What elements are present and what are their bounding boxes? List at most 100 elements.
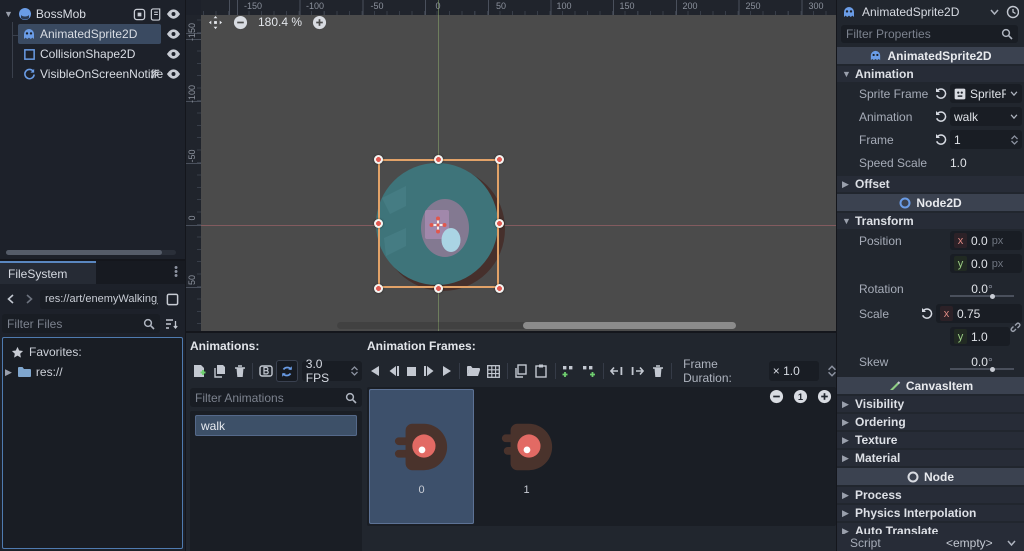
split-mode-icon[interactable] [161, 289, 183, 309]
scene-instance-icon[interactable] [133, 8, 146, 21]
frame-duration-spinbox[interactable]: × 1.0 [768, 361, 819, 381]
insert-after-icon[interactable] [579, 361, 600, 381]
section-offset[interactable]: ▶ Offset [837, 176, 1024, 192]
visibility-eye-icon[interactable] [166, 68, 181, 80]
revert-icon[interactable] [935, 88, 947, 99]
filter-animations-field[interactable] [190, 388, 362, 407]
frames-zoom-reset-icon[interactable]: 1 [793, 389, 808, 404]
viewport-2d[interactable]: -150 -100 -50 0 50 100 150 200 250 300 -… [186, 0, 836, 331]
resize-handle[interactable] [495, 155, 504, 164]
play-icon[interactable] [438, 361, 456, 381]
visibility-eye-icon[interactable] [166, 48, 181, 60]
filter-properties-input[interactable] [846, 27, 1001, 41]
frame-1[interactable]: 1 [474, 389, 579, 524]
filesystem-favorites[interactable]: Favorites: [3, 342, 182, 362]
spin-arrows-icon[interactable] [351, 366, 358, 376]
tree-row-bossmob[interactable]: ▼ BossMob [0, 4, 185, 24]
sprite-frames-resource[interactable]: SpriteFra [950, 84, 1022, 103]
filesystem-tab[interactable]: FileSystem [0, 261, 96, 284]
chevron-down-icon[interactable] [1010, 114, 1018, 119]
autoplay-on-load-icon[interactable] [256, 361, 276, 381]
filter-files-input[interactable] [7, 316, 143, 331]
resize-handle[interactable] [495, 284, 504, 293]
section-visibility[interactable]: ▶ Visibility [837, 396, 1024, 412]
tree-row-visibleonscreennotifier[interactable]: VisibleOnScreenNotifie [0, 64, 185, 84]
section-ordering[interactable]: ▶ Ordering [837, 414, 1024, 430]
frame-0[interactable]: 0 [369, 389, 474, 524]
filesystem-root[interactable]: ▶ res:// [3, 362, 182, 382]
frames-zoom-out-icon[interactable] [769, 389, 784, 404]
delete-animation-icon[interactable] [230, 361, 250, 381]
move-frame-right-icon[interactable] [627, 361, 648, 381]
position-x-field[interactable]: x 0.0 px [950, 231, 1022, 250]
script-value[interactable]: <empty> [946, 536, 1007, 550]
section-animation[interactable]: ▼ Animation [837, 66, 1024, 82]
spin-arrows-icon[interactable] [1011, 134, 1018, 145]
sort-files-icon[interactable] [160, 314, 182, 334]
loop-toggle-icon[interactable] [276, 360, 298, 382]
rotation-slider[interactable]: 0.0° [950, 279, 1014, 299]
section-transform[interactable]: ▼ Transform [837, 213, 1024, 229]
nav-forward-icon[interactable] [21, 289, 37, 309]
collapse-arrow-icon[interactable]: ▼ [4, 9, 13, 19]
frame-spinbox[interactable]: 1 [950, 130, 1022, 149]
new-animation-icon[interactable] [190, 361, 210, 381]
history-icon[interactable] [1005, 5, 1019, 19]
filter-files-field[interactable] [2, 314, 160, 333]
inspector-node-selector[interactable]: AnimatedSprite2D [837, 0, 1024, 23]
visibility-eye-icon[interactable] [166, 8, 181, 20]
resize-handle[interactable] [374, 155, 383, 164]
position-y-field[interactable]: y 0.0 px [950, 254, 1022, 273]
resize-handle[interactable] [374, 219, 383, 228]
play-backwards-icon[interactable] [367, 361, 385, 381]
delete-frame-icon[interactable] [648, 361, 669, 381]
script-icon[interactable] [150, 7, 162, 21]
play-start-icon[interactable] [385, 361, 403, 381]
animation-dropdown[interactable]: walk [950, 107, 1022, 126]
section-material[interactable]: ▶ Material [837, 450, 1024, 466]
speed-scale-value[interactable]: 1.0 [950, 156, 967, 170]
nav-back-icon[interactable] [2, 289, 18, 309]
spin-arrows-icon[interactable] [827, 365, 836, 377]
filter-properties-field[interactable] [841, 25, 1018, 43]
section-texture[interactable]: ▶ Texture [837, 432, 1024, 448]
resize-handle[interactable] [434, 284, 443, 293]
skew-slider[interactable]: 0.0° [950, 352, 1014, 372]
visibility-eye-icon[interactable] [166, 28, 181, 40]
paste-frame-icon[interactable] [531, 361, 552, 381]
scene-tree-hscrollbar[interactable] [6, 250, 176, 255]
filesystem-path[interactable]: res://art/enemyWalking_1. [40, 289, 158, 309]
play-end-icon[interactable] [420, 361, 438, 381]
add-frames-from-file-icon[interactable] [463, 361, 484, 381]
viewport-hscrollbar[interactable] [337, 322, 736, 329]
resize-handle[interactable] [434, 155, 443, 164]
tree-row-animatedsprite2d[interactable]: AnimatedSprite2D [0, 24, 185, 44]
chevron-down-icon[interactable] [1007, 540, 1016, 546]
section-process[interactable]: ▶ Process [837, 487, 1024, 503]
revert-icon[interactable] [935, 111, 947, 122]
resize-handle[interactable] [374, 284, 383, 293]
section-physics-interpolation[interactable]: ▶ Physics Interpolation [837, 505, 1024, 521]
zoom-out-icon[interactable] [233, 15, 248, 30]
filter-animations-input[interactable] [195, 390, 345, 405]
zoom-in-icon[interactable] [312, 15, 327, 30]
copy-frame-icon[interactable] [511, 361, 532, 381]
animation-item-walk[interactable]: walk [195, 415, 357, 436]
expand-arrow-icon[interactable]: ▶ [5, 367, 12, 378]
add-frames-from-sheet-icon[interactable] [483, 361, 504, 381]
duplicate-animation-icon[interactable] [210, 361, 230, 381]
chevron-down-icon[interactable] [1010, 91, 1018, 96]
revert-icon[interactable] [935, 134, 947, 145]
scale-y-field[interactable]: y 1.0 [950, 327, 1010, 346]
resize-handle[interactable] [495, 219, 504, 228]
frames-zoom-in-icon[interactable] [817, 389, 832, 404]
fps-spinbox[interactable]: 3.0 FPS [301, 357, 362, 385]
pan-view-icon[interactable] [208, 15, 223, 30]
zoom-level[interactable]: 180.4 % [258, 15, 302, 29]
link-scale-icon[interactable] [1009, 321, 1021, 333]
signal-connected-icon[interactable] [149, 68, 162, 80]
tree-row-collisionshape2d[interactable]: CollisionShape2D [0, 44, 185, 64]
move-frame-left-icon[interactable] [607, 361, 628, 381]
revert-icon[interactable] [921, 308, 933, 319]
stop-icon[interactable] [402, 361, 420, 381]
